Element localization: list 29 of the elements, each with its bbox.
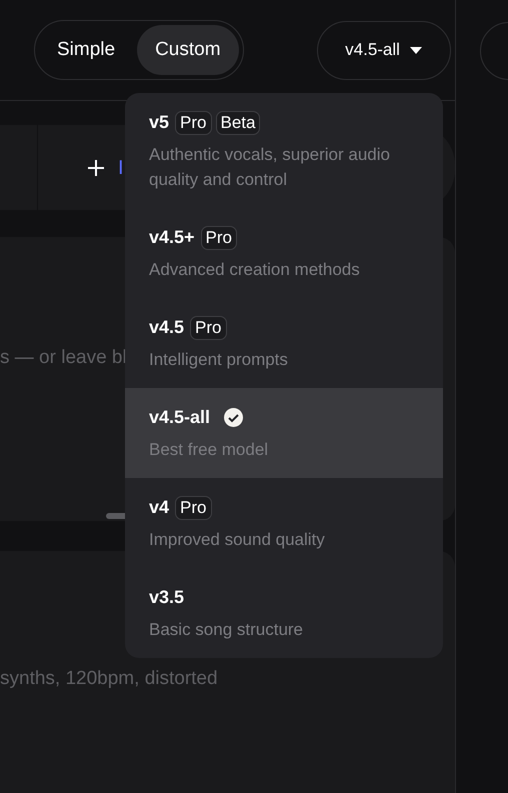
model-name: v5 bbox=[149, 111, 170, 134]
model-select[interactable]: v4.5-all bbox=[316, 20, 451, 80]
side-pill bbox=[480, 22, 508, 80]
model-badge: Pro bbox=[190, 316, 227, 340]
model-badge: Pro bbox=[175, 496, 212, 520]
plus-icon bbox=[88, 160, 104, 176]
caret-icon bbox=[410, 46, 422, 54]
model-option[interactable]: v4.5+ Pro Advanced creation methods bbox=[125, 208, 443, 298]
model-option[interactable]: v4.5 Pro Intelligent prompts bbox=[125, 298, 443, 388]
model-name: v4 bbox=[149, 496, 170, 519]
model-option[interactable]: v3.5 Basic song structure bbox=[125, 568, 443, 658]
model-option[interactable]: v4.5-all Best free model bbox=[125, 388, 443, 478]
model-description: Intelligent prompts bbox=[149, 349, 289, 371]
model-description: Best free model bbox=[149, 439, 270, 461]
model-name: v3.5 bbox=[149, 586, 184, 609]
model-name: v4.5 bbox=[149, 316, 184, 339]
mode-tab[interactable]: Simple bbox=[39, 25, 134, 75]
model-option[interactable]: v5 Pro Beta Authentic vocals, superior audio quality and control bbox=[125, 93, 443, 208]
check-icon bbox=[224, 408, 244, 427]
model-description: Authentic vocals, superior audio quality and control bbox=[149, 144, 391, 191]
mode-tab[interactable]: Custom bbox=[137, 25, 239, 75]
model-badge: Pro bbox=[200, 226, 238, 250]
model-description: Basic song structure bbox=[149, 619, 304, 641]
model-name: v4.5+ bbox=[149, 226, 195, 249]
model-name: v4.5-all bbox=[149, 406, 210, 429]
model-description: Improved sound quality bbox=[149, 529, 326, 551]
model-badge: Beta bbox=[216, 110, 260, 134]
model-description: Advanced creation methods bbox=[149, 259, 361, 281]
model-badge: Pro bbox=[175, 110, 212, 134]
